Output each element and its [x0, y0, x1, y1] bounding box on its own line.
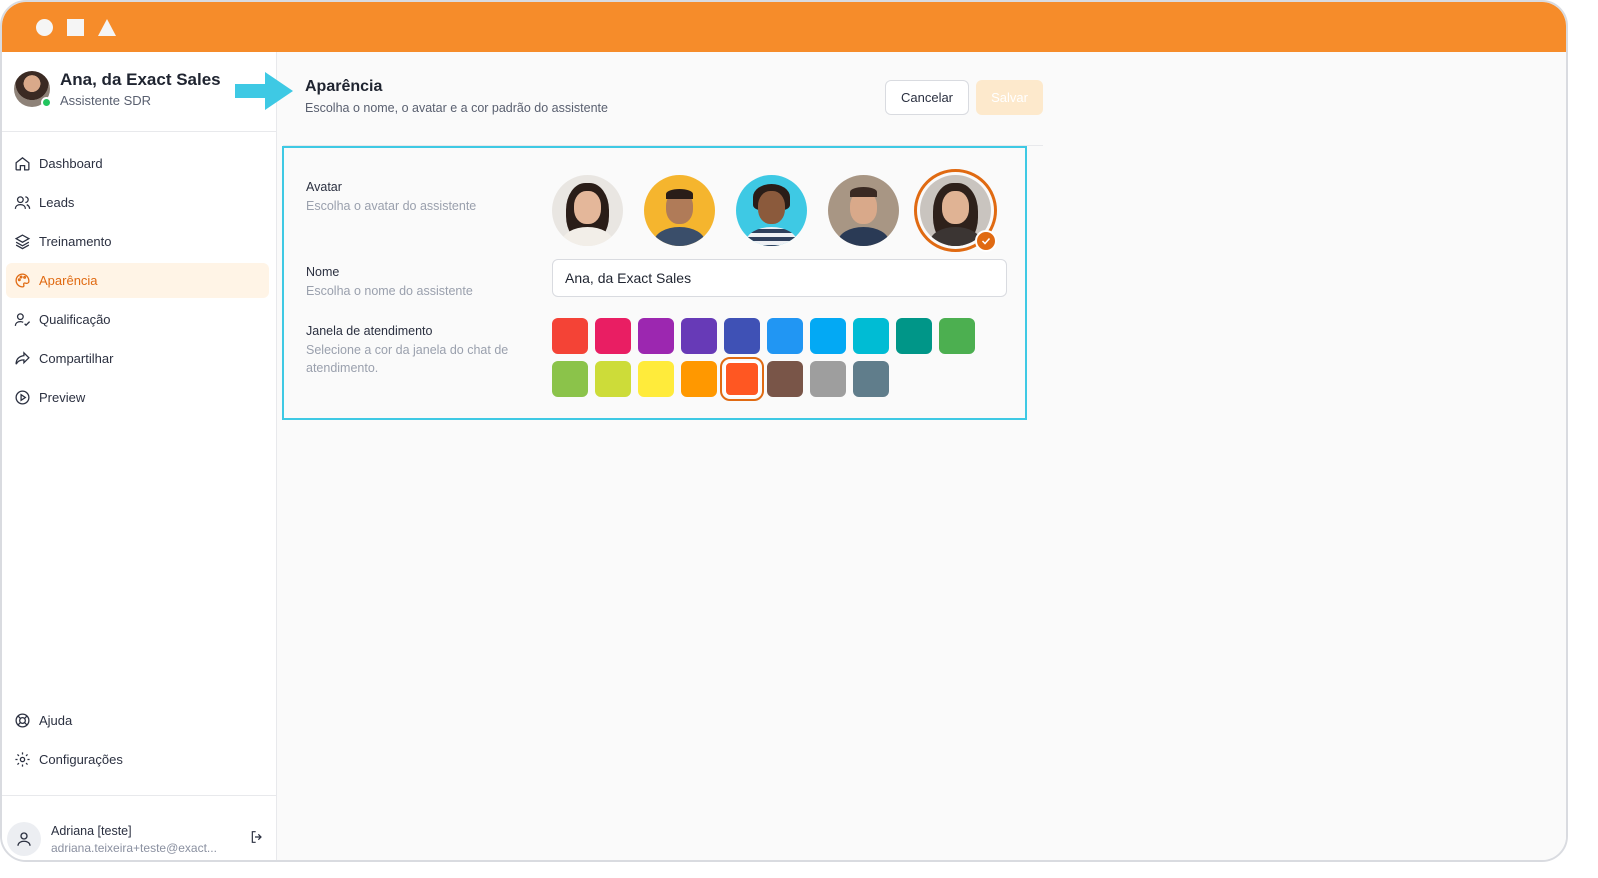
avatar-option-selected[interactable] — [914, 169, 997, 252]
color-swatch[interactable] — [810, 318, 846, 354]
avatar — [736, 175, 807, 246]
save-button[interactable]: Salvar — [976, 80, 1043, 115]
sidebar-item-label: Aparência — [39, 273, 98, 288]
assistant-profile: Ana, da Exact Sales Assistente SDR — [14, 70, 221, 108]
color-swatch[interactable] — [853, 361, 889, 397]
app-window: Ana, da Exact Sales Assistente SDR Dashb… — [0, 0, 1568, 862]
color-swatch[interactable] — [595, 361, 631, 397]
avatar-option[interactable] — [552, 175, 623, 246]
sidebar-item-aparencia[interactable]: Aparência — [6, 263, 269, 298]
user-icon — [7, 822, 41, 856]
page-title: Aparência — [305, 78, 383, 95]
avatar-label: Avatar — [306, 180, 342, 194]
assistant-name: Ana, da Exact Sales — [60, 70, 221, 89]
users-icon — [14, 196, 31, 209]
color-swatch[interactable] — [595, 318, 631, 354]
color-swatch[interactable] — [767, 361, 803, 397]
avatar-help: Escolha o avatar do assistente — [306, 199, 477, 213]
color-swatch-selected[interactable] — [720, 357, 764, 401]
color-swatch[interactable] — [638, 318, 674, 354]
sidebar-nav-bottom: Ajuda Configurações — [6, 703, 269, 781]
online-status-dot — [41, 97, 52, 108]
sidebar-item-label: Dashboard — [39, 156, 103, 171]
name-help: Escolha o nome do assistente — [306, 284, 473, 298]
user-card: Adriana [teste] adriana.teixeira+teste@e… — [7, 819, 269, 859]
sidebar-item-leads[interactable]: Leads — [6, 185, 269, 220]
layers-icon — [14, 234, 31, 250]
palette-icon — [15, 273, 30, 288]
color-swatch[interactable] — [724, 318, 760, 354]
user-name: Adriana [teste] — [51, 823, 132, 838]
color-swatch[interactable] — [767, 318, 803, 354]
color-label: Janela de atendimento — [306, 324, 433, 338]
main-content: Aparência Escolha o nome, o avatar e a c… — [235, 52, 1566, 860]
share-icon — [15, 351, 30, 365]
sidebar: Ana, da Exact Sales Assistente SDR Dashb… — [2, 52, 277, 860]
sidebar-item-dashboard[interactable]: Dashboard — [6, 146, 269, 181]
avatar-option[interactable] — [644, 175, 715, 246]
color-swatch[interactable] — [552, 318, 588, 354]
user-check-icon — [14, 313, 31, 327]
sidebar-item-preview[interactable]: Preview — [6, 380, 269, 415]
avatar-picker — [552, 169, 997, 252]
avatar — [552, 175, 623, 246]
sidebar-item-configuracoes[interactable]: Configurações — [6, 742, 269, 777]
lifebuoy-icon — [15, 713, 30, 728]
check-icon — [975, 230, 997, 252]
divider — [2, 795, 276, 796]
play-circle-icon — [15, 390, 30, 405]
gear-icon — [15, 752, 30, 767]
color-swatch[interactable] — [552, 361, 588, 397]
color-help: Selecione a cor da janela do chat de ate… — [306, 343, 509, 375]
color-swatch[interactable] — [939, 318, 975, 354]
assistant-role: Assistente SDR — [60, 93, 152, 108]
title-bar — [2, 2, 1566, 52]
color-swatch[interactable] — [638, 361, 674, 397]
sidebar-item-label: Compartilhar — [39, 351, 114, 366]
arrow-right-icon — [235, 72, 293, 110]
page-subtitle: Escolha o nome, o avatar e a cor padrão … — [305, 101, 608, 115]
sidebar-item-label: Leads — [39, 195, 75, 210]
square-icon — [67, 18, 84, 36]
sidebar-item-label: Preview — [39, 390, 86, 405]
sidebar-item-label: Configurações — [39, 752, 123, 767]
circle-icon — [36, 18, 53, 36]
sidebar-item-treinamento[interactable]: Treinamento — [6, 224, 269, 259]
triangle-icon — [98, 18, 116, 36]
logout-icon[interactable] — [249, 829, 265, 850]
home-icon — [15, 157, 30, 171]
sidebar-item-qualificacao[interactable]: Qualificação — [6, 302, 269, 337]
avatar-option[interactable] — [736, 175, 807, 246]
color-swatch[interactable] — [681, 361, 717, 397]
avatar — [14, 71, 52, 108]
appearance-panel: Avatar Escolha o avatar do assistente No… — [282, 146, 1027, 420]
color-swatch[interactable] — [681, 318, 717, 354]
cancel-button[interactable]: Cancelar — [885, 80, 969, 115]
user-email: adriana.teixeira+teste@exact... — [51, 840, 217, 855]
avatar — [644, 175, 715, 246]
sidebar-item-label: Ajuda — [39, 713, 73, 728]
avatar — [828, 175, 899, 246]
avatar-option[interactable] — [828, 175, 899, 246]
name-label: Nome — [306, 265, 340, 279]
color-swatch[interactable] — [853, 318, 889, 354]
color-swatch-grid — [552, 318, 992, 401]
sidebar-item-label: Treinamento — [39, 234, 112, 249]
divider — [2, 131, 276, 132]
sidebar-item-label: Qualificação — [39, 312, 111, 327]
name-input[interactable] — [552, 259, 1007, 297]
sidebar-item-compartilhar[interactable]: Compartilhar — [6, 341, 269, 376]
sidebar-item-ajuda[interactable]: Ajuda — [6, 703, 269, 738]
color-swatch[interactable] — [896, 318, 932, 354]
color-swatch[interactable] — [810, 361, 846, 397]
sidebar-nav: Dashboard Leads Treinamento Aparência Qu… — [6, 146, 269, 419]
